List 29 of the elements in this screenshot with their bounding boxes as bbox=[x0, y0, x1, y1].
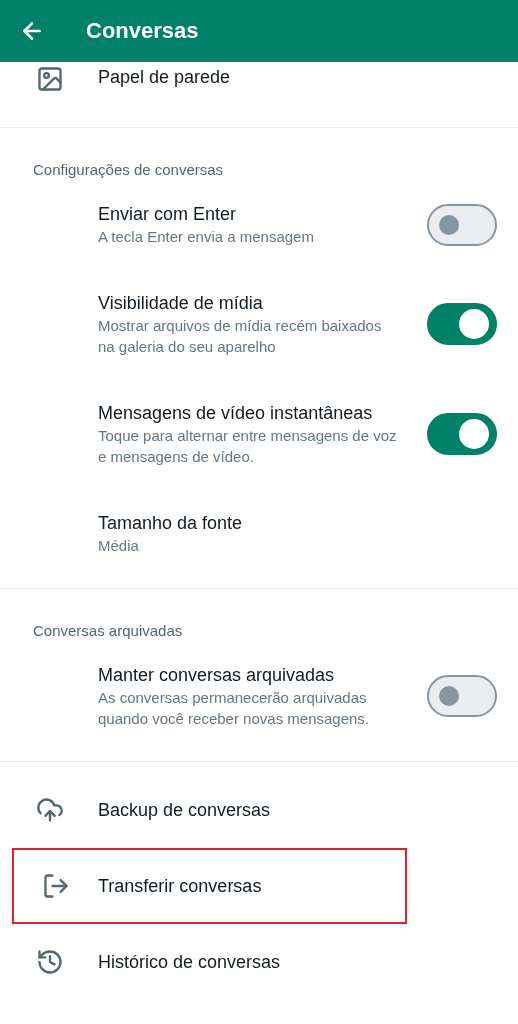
item-title: Visibilidade de mídia bbox=[98, 292, 264, 315]
item-subtitle: Toque para alternar entre mensagens de voz e mensagens de vídeo. bbox=[98, 426, 398, 467]
settings-item[interactable]: Histórico de conversas bbox=[0, 924, 518, 1000]
toggle-switch[interactable] bbox=[427, 303, 497, 345]
toggle-switch[interactable] bbox=[427, 203, 497, 246]
item-title: Backup de conversas bbox=[98, 799, 271, 822]
item-title: Papel de parede bbox=[98, 66, 231, 89]
item-subtitle: A tecla Enter envia a mensagem bbox=[98, 227, 315, 247]
item-subtitle: Média bbox=[98, 536, 140, 556]
image-icon bbox=[36, 65, 64, 93]
item-title: Enviar com Enter bbox=[98, 203, 238, 226]
toggle-switch[interactable] bbox=[427, 675, 497, 717]
settings-item[interactable]: Papel de parede bbox=[0, 62, 518, 127]
history-icon bbox=[36, 948, 64, 976]
screen-title: Conversas bbox=[86, 18, 199, 44]
settings-item[interactable]: Backup de conversas bbox=[0, 772, 518, 848]
item-title: Manter conversas arquivadas bbox=[98, 664, 336, 687]
section-header: Conversas arquivadas bbox=[32, 621, 184, 641]
item-title: Histórico de conversas bbox=[98, 951, 281, 974]
item-subtitle: As conversas permanecerão arquivadas quando você receber novas mensagens. bbox=[98, 688, 370, 729]
item-title: Mensagens de vídeo instantâneas bbox=[98, 402, 374, 425]
item-subtitle: Mostrar arquivos de mídia recém baixados na galeria do seu aparelho bbox=[98, 316, 383, 357]
cloud-upload-icon bbox=[36, 796, 64, 824]
settings-item[interactable]: Transferir conversas bbox=[12, 848, 407, 924]
section-header: Configurações de conversas bbox=[32, 160, 225, 180]
export-icon bbox=[42, 872, 70, 900]
toggle-switch[interactable] bbox=[427, 413, 497, 455]
item-title: Tamanho da fonte bbox=[98, 512, 244, 535]
item-title: Transferir conversas bbox=[98, 875, 262, 898]
